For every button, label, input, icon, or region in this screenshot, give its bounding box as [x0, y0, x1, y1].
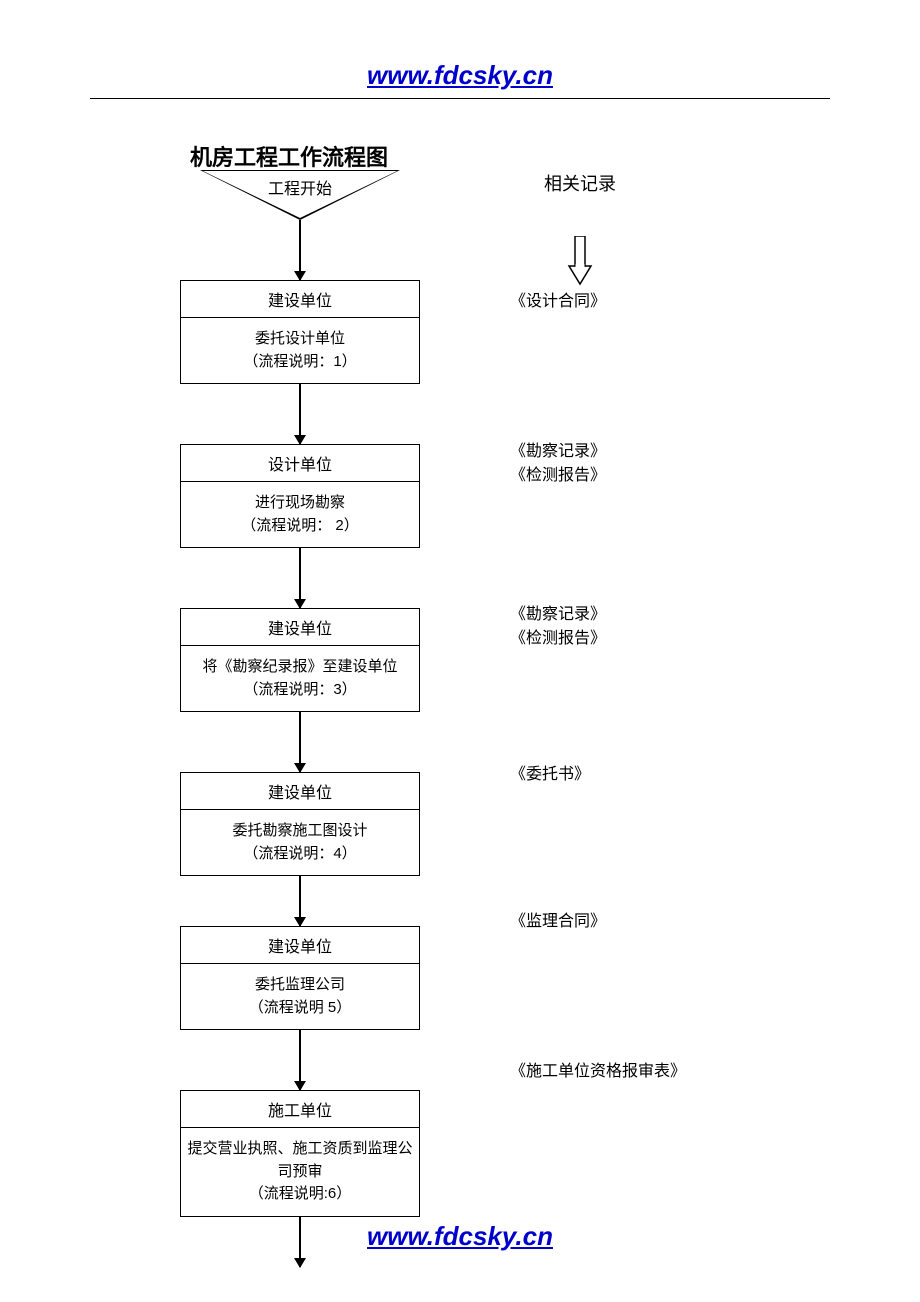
records-column: 相关记录 《设计合同》 《勘察记录》《检测报告》 《勘察记录》《检测报告》 《委… — [510, 170, 650, 316]
step-body: 将《勘察纪录报》至建设单位（流程说明：3） — [181, 646, 419, 711]
step-header: 建设单位 — [181, 927, 419, 964]
step-body: 进行现场勘察（流程说明： 2） — [181, 482, 419, 547]
record-item-5: 《监理合同》 — [510, 910, 606, 934]
step-body: 提交营业执照、施工资质到监理公司预审（流程说明:6） — [181, 1128, 419, 1216]
record-item-4: 《委托书》 — [510, 763, 590, 787]
record-item-2: 《勘察记录》《检测报告》 — [510, 440, 606, 488]
step-header: 施工单位 — [181, 1091, 419, 1128]
flow-arrow — [299, 1217, 301, 1267]
step-box-5: 建设单位 委托监理公司（流程说明 5） — [180, 926, 420, 1030]
step-box-6: 施工单位 提交营业执照、施工资质到监理公司预审（流程说明:6） — [180, 1090, 420, 1217]
step-box-1: 建设单位 委托设计单位（流程说明：1） — [180, 280, 420, 384]
step-body: 委托监理公司（流程说明 5） — [181, 964, 419, 1029]
step-header: 建设单位 — [181, 773, 419, 810]
flow-arrow — [299, 548, 301, 608]
start-node: 工程开始 — [200, 170, 400, 220]
flowchart-column: 工程开始 建设单位 委托设计单位（流程说明：1） 设计单位 进行现场勘察（流程说… — [170, 170, 430, 1267]
diagram-title: 机房工程工作流程图 — [190, 140, 388, 172]
flow-arrow — [299, 220, 301, 280]
step-body: 委托设计单位（流程说明：1） — [181, 318, 419, 383]
flow-arrow — [299, 1030, 301, 1090]
step-box-3: 建设单位 将《勘察纪录报》至建设单位（流程说明：3） — [180, 608, 420, 712]
step-header: 建设单位 — [181, 609, 419, 646]
flow-arrow — [299, 712, 301, 772]
step-body: 委托勘察施工图设计（流程说明：4） — [181, 810, 419, 875]
record-item-1: 《设计合同》 — [510, 290, 606, 314]
record-item-3: 《勘察记录》《检测报告》 — [510, 603, 606, 651]
start-label: 工程开始 — [245, 175, 355, 199]
step-header: 建设单位 — [181, 281, 419, 318]
records-header: 相关记录 — [510, 170, 650, 196]
footer-url-link[interactable]: www.fdcsky.cn — [367, 1221, 553, 1252]
record-item-6: 《施工单位资格报审表》 — [510, 1060, 686, 1084]
header-divider — [90, 98, 830, 99]
header-url-link[interactable]: www.fdcsky.cn — [367, 60, 553, 91]
flow-arrow — [299, 384, 301, 444]
down-arrow-icon — [565, 236, 595, 286]
step-header: 设计单位 — [181, 445, 419, 482]
step-box-4: 建设单位 委托勘察施工图设计（流程说明：4） — [180, 772, 420, 876]
flow-arrow — [299, 876, 301, 926]
step-box-2: 设计单位 进行现场勘察（流程说明： 2） — [180, 444, 420, 548]
